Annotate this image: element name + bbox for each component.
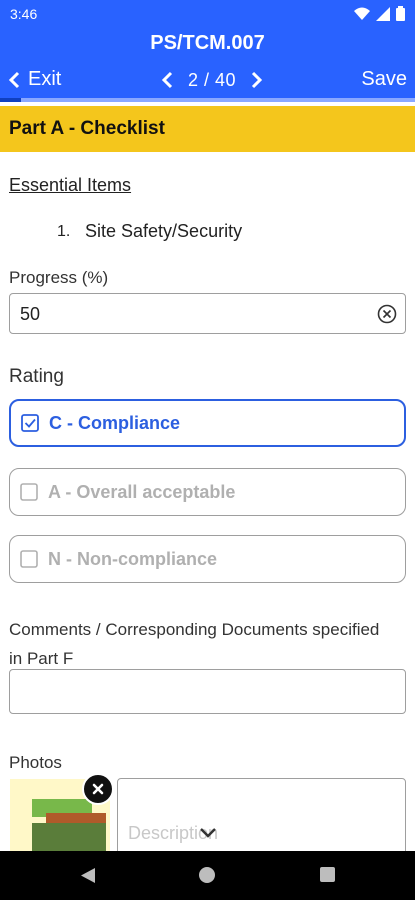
signal-icon xyxy=(376,6,390,21)
remove-photo-button[interactable] xyxy=(82,773,114,805)
checkbox-icon xyxy=(20,483,38,501)
comments-label: Comments / Corresponding Documents speci… xyxy=(9,620,380,668)
pager: 2 / 40 xyxy=(155,68,269,92)
chevron-left-icon xyxy=(161,71,173,89)
form-title: PS/TCM.007 xyxy=(150,32,265,54)
close-icon xyxy=(92,783,104,795)
exit-button[interactable]: Exit xyxy=(8,68,61,91)
previous-page-button[interactable] xyxy=(155,68,179,92)
photos-label: Photos xyxy=(9,753,62,772)
rating-option-label: C - Compliance xyxy=(49,412,181,433)
battery-icon xyxy=(396,6,405,21)
progress-label: Progress (%) xyxy=(9,268,109,287)
form-progress-fill xyxy=(0,98,21,102)
photo-description-input[interactable]: Description xyxy=(117,778,406,858)
rating-option-compliance[interactable]: C - Compliance xyxy=(9,399,406,447)
list-item-label: Site Safety/Security xyxy=(85,221,243,241)
photo-thumbnail-art xyxy=(32,823,106,851)
status-time: 3:46 xyxy=(10,6,38,22)
photo-thumbnail-art xyxy=(46,813,106,823)
chevron-right-icon xyxy=(251,71,263,89)
progress-value: 50 xyxy=(20,304,41,324)
recent-apps-icon[interactable] xyxy=(320,867,335,882)
section-title: Part A - Checklist xyxy=(9,118,165,139)
essential-items-heading: Essential Items xyxy=(9,175,132,195)
rating-option-label: A - Overall acceptable xyxy=(48,481,236,502)
comments-input[interactable] xyxy=(9,669,406,714)
save-button[interactable]: Save xyxy=(361,68,407,91)
rating-label: Rating xyxy=(9,366,64,387)
rating-option-overall-acceptable[interactable]: A - Overall acceptable xyxy=(9,468,406,516)
wifi-icon xyxy=(354,7,370,20)
app-header: PS/TCM.007 Exit 2 / 40 Save xyxy=(0,28,415,102)
chevron-left-icon xyxy=(8,71,20,88)
next-page-button[interactable] xyxy=(245,68,269,92)
rating-option-label: N - Non-compliance xyxy=(48,548,218,569)
progress-input[interactable]: 50 xyxy=(9,293,406,334)
chevron-down-icon[interactable] xyxy=(198,826,218,840)
checkbox-checked-icon xyxy=(21,414,39,432)
back-icon[interactable] xyxy=(80,867,96,884)
list-item-number: 1. xyxy=(57,223,71,240)
rating-option-non-compliance[interactable]: N - Non-compliance xyxy=(9,535,406,583)
clear-icon[interactable] xyxy=(377,304,397,324)
list-item: 1. Site Safety/Security xyxy=(57,221,242,242)
form-progress-bar xyxy=(0,98,415,102)
system-nav-bar xyxy=(0,851,415,900)
checkbox-icon xyxy=(20,550,38,568)
exit-label: Exit xyxy=(28,68,62,90)
page-indicator: 2 / 40 xyxy=(188,69,237,90)
section-banner: Part A - Checklist xyxy=(0,106,415,152)
home-icon[interactable] xyxy=(199,867,215,883)
status-icons xyxy=(354,6,405,21)
status-bar: 3:46 xyxy=(0,0,415,28)
